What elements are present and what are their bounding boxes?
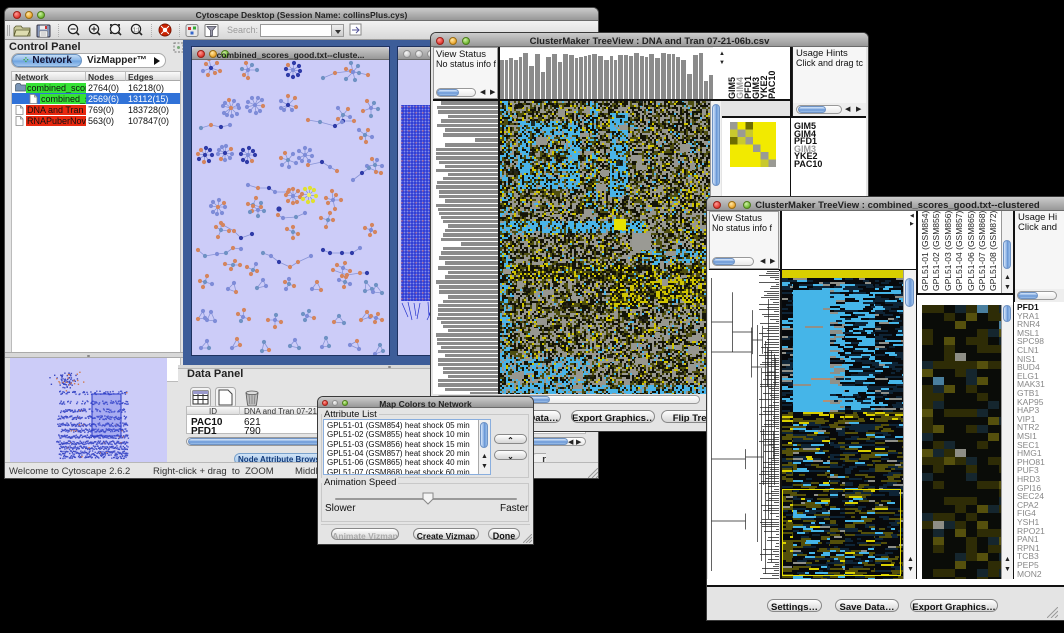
svg-text:Search:: Search: — [227, 25, 258, 35]
svg-text:1:1: 1:1 — [133, 28, 140, 34]
